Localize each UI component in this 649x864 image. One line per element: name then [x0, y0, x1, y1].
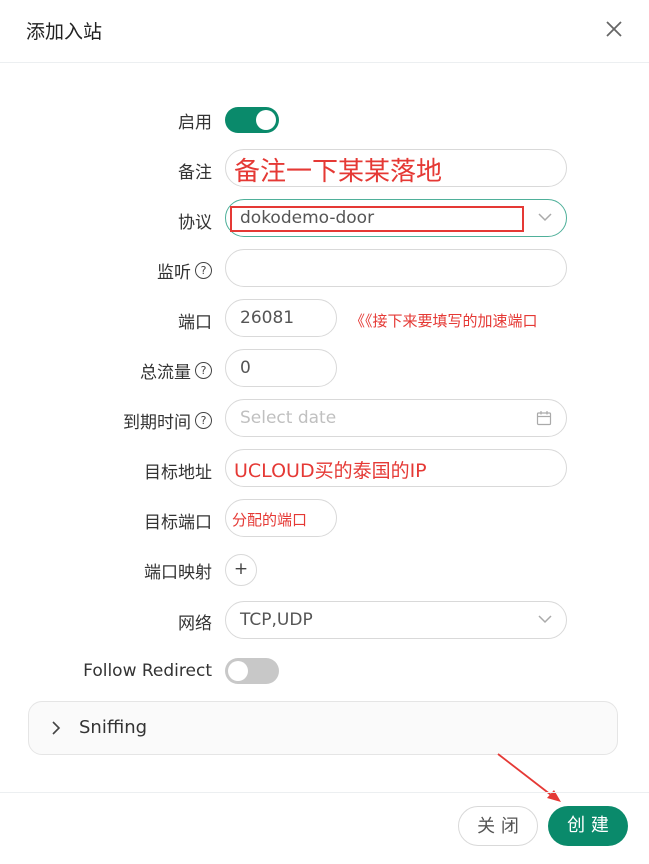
listen-label: 监听? [157, 258, 212, 283]
follow-redirect-label: Follow Redirect [83, 661, 212, 681]
toggle-knob [256, 110, 276, 130]
dialog-header: 添加入站 [0, 0, 649, 63]
expiry-date-picker[interactable]: Select date [225, 399, 567, 437]
target-address-label: 目标地址 [144, 462, 212, 483]
total-traffic-label: 总流量? [140, 358, 212, 383]
port-value: 26081 [240, 308, 295, 328]
network-label: 网络 [178, 613, 212, 634]
enable-label: 启用 [178, 112, 212, 133]
network-value: TCP,UDP [240, 610, 313, 630]
add-inbound-dialog: 添加入站 启用 备注 备注一下某某落地 协议 dokodemo-door 监听?… [0, 0, 649, 863]
create-button[interactable]: 创 建 [548, 806, 628, 846]
close-icon[interactable] [604, 18, 624, 40]
toggle-knob [228, 661, 248, 681]
dialog-title: 添加入站 [26, 21, 103, 43]
expiry-label: 到期时间? [123, 408, 212, 433]
target-port-input[interactable]: 分配的端口 [225, 499, 337, 537]
protocol-value: dokodemo-door [240, 208, 375, 228]
target-address-value: UCLOUD买的泰国的IP [234, 460, 427, 482]
network-select[interactable]: TCP,UDP [225, 601, 567, 639]
follow-redirect-toggle[interactable] [225, 658, 279, 684]
port-label: 端口 [178, 312, 212, 333]
listen-input[interactable] [225, 249, 567, 287]
target-port-label: 目标端口 [144, 512, 212, 533]
expiry-placeholder: Select date [240, 408, 337, 428]
chevron-right-icon [52, 721, 61, 735]
chevron-down-icon [538, 213, 552, 222]
sniffing-collapse[interactable]: Sniffing [28, 701, 618, 755]
help-icon[interactable]: ? [195, 261, 212, 279]
target-port-value: 分配的端口 [232, 511, 308, 529]
calendar-icon [536, 411, 552, 426]
help-icon[interactable]: ? [195, 361, 212, 379]
remark-value: 备注一下某某落地 [234, 157, 443, 187]
port-input[interactable]: 26081 [225, 299, 337, 337]
close-button[interactable]: 关 闭 [458, 806, 538, 846]
protocol-select[interactable]: dokodemo-door [225, 199, 567, 237]
total-traffic-input[interactable]: 0 [225, 349, 337, 387]
chevron-down-icon [538, 615, 552, 624]
sniffing-label: Sniffing [79, 717, 148, 738]
protocol-label: 协议 [178, 212, 212, 233]
port-annotation: 《《接下来要填写的加速端口 [350, 312, 538, 330]
dialog-footer: 关 闭 创 建 [0, 792, 649, 864]
target-address-input[interactable]: UCLOUD买的泰国的IP [225, 449, 567, 487]
remark-label: 备注 [178, 162, 212, 183]
total-traffic-value: 0 [240, 358, 251, 378]
add-port-mapping-button[interactable]: + [225, 554, 257, 586]
port-mapping-label: 端口映射 [144, 562, 212, 583]
help-icon[interactable]: ? [195, 411, 212, 429]
remark-input[interactable]: 备注一下某某落地 [225, 149, 567, 187]
enable-toggle[interactable] [225, 107, 279, 133]
